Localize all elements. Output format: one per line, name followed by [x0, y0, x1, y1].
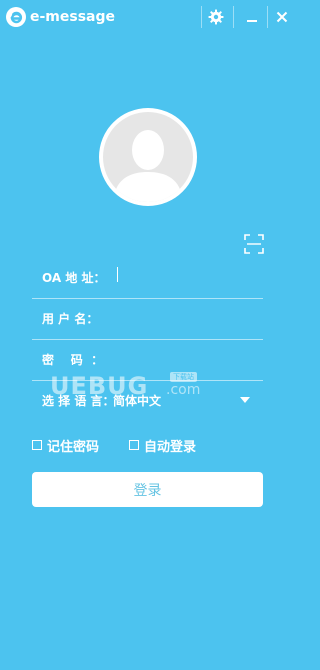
avatar[interactable]: [99, 108, 197, 206]
oa-address-label: OA 地 址：: [42, 271, 106, 285]
minimize-icon: [247, 20, 257, 22]
gear-icon: [208, 9, 224, 25]
minimize-button[interactable]: [239, 6, 265, 28]
language-value: 简体中文: [113, 394, 162, 408]
divider: [201, 6, 202, 28]
password-field[interactable]: 密 码 ：: [32, 340, 263, 381]
auto-login-label: 自动登录: [144, 439, 197, 455]
settings-button[interactable]: [203, 6, 229, 28]
title-bar: e-message: [0, 0, 297, 34]
divider: [233, 6, 234, 28]
username-field[interactable]: 用 户 名：: [32, 299, 263, 340]
close-icon: [276, 11, 288, 23]
auto-login-checkbox[interactable]: [129, 440, 139, 450]
divider: [267, 6, 268, 28]
chevron-down-icon[interactable]: [240, 397, 250, 403]
language-label: 选 择 语 言：: [42, 394, 115, 408]
close-button[interactable]: [269, 6, 295, 28]
auto-login-option[interactable]: 自动登录: [129, 436, 197, 455]
oa-address-field[interactable]: OA 地 址：: [32, 258, 263, 299]
e-logo-icon: [6, 7, 26, 27]
app-title: e-message: [30, 9, 116, 25]
text-cursor: [117, 267, 118, 282]
password-label: 密 码 ：: [42, 353, 104, 367]
remember-password-checkbox[interactable]: [32, 440, 42, 450]
remember-password-label: 记住密码: [47, 439, 100, 455]
login-button[interactable]: 登录: [32, 472, 263, 507]
default-avatar-icon: [103, 112, 193, 202]
remember-password-option[interactable]: 记住密码: [32, 436, 100, 455]
username-label: 用 户 名：: [42, 312, 99, 326]
language-select[interactable]: 选 择 语 言： 简体中文: [32, 381, 263, 421]
scan-icon: [244, 234, 264, 254]
scan-qr-button[interactable]: [244, 234, 264, 254]
